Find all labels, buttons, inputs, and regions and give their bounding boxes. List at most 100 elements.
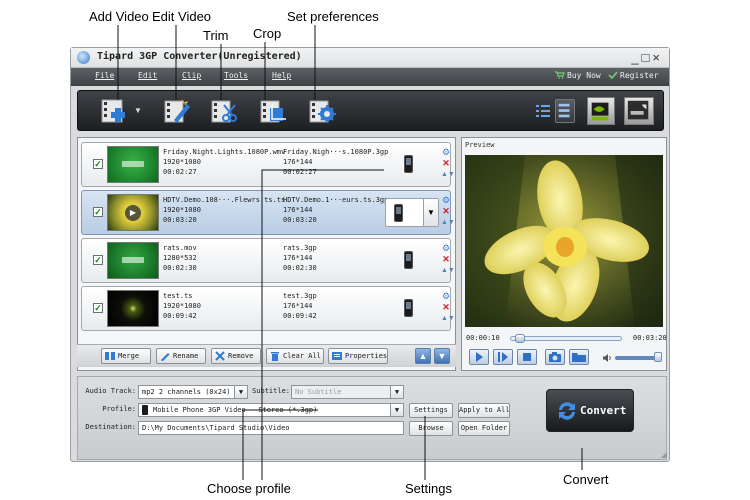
chevron-down-icon[interactable]: ▼ — [390, 404, 403, 416]
folder-icon — [572, 353, 586, 362]
snapshot-button[interactable] — [545, 349, 565, 365]
file-row-selected[interactable]: ✓ ▶ HDTV.Demo.108···.Flewrs.ts.ts 1920*1… — [81, 190, 455, 235]
file-row[interactable]: ✓ rats.mov 1280*532 00:02:30 rats.3gp 17… — [81, 238, 455, 283]
row-move-icon[interactable]: ▲▼ — [441, 169, 455, 180]
rename-icon — [161, 353, 170, 361]
file-checkbox[interactable]: ✓ — [93, 159, 103, 169]
clear-all-button[interactable]: Clear All — [266, 348, 324, 364]
file-thumbnail: ▶ — [107, 194, 159, 231]
row-remove-icon[interactable]: ✕ — [441, 302, 451, 313]
profile-selector[interactable]: ▼ — [385, 198, 439, 227]
seek-bar[interactable] — [510, 334, 622, 343]
move-up-button[interactable]: ▲ — [415, 348, 431, 364]
chevron-down-icon[interactable]: ▼ — [390, 386, 403, 398]
file-list: ✓ Friday.Night.Lights.1080P.wmv 1920*108… — [77, 137, 456, 371]
row-remove-icon[interactable]: ✕ — [441, 158, 451, 169]
output-resolution: 176*144 — [283, 254, 313, 262]
audio-track-select[interactable]: mp2 2 channels (0x24) ▼ — [138, 385, 248, 399]
output-filename: HDTV.Demo.1···eurs.ts.3gp — [283, 196, 389, 204]
callout-crop: Crop — [253, 26, 282, 41]
file-checkbox[interactable]: ✓ — [93, 207, 103, 217]
menu-tools[interactable]: Tools — [224, 71, 248, 80]
menu-help[interactable]: Help — [272, 71, 291, 80]
detail-view-button[interactable] — [555, 99, 575, 123]
properties-icon — [332, 352, 342, 360]
row-settings-icon[interactable]: ⚙ — [441, 195, 451, 206]
phone-profile-icon — [394, 204, 403, 222]
row-move-icon[interactable]: ▲▼ — [441, 313, 455, 324]
phone-profile-icon[interactable] — [404, 251, 413, 269]
app-window: Tipard 3GP Converter(Unregistered) _□× F… — [70, 47, 670, 462]
play-icon[interactable]: ▶ — [125, 205, 141, 221]
window-controls[interactable]: _□× — [631, 50, 663, 65]
remove-button[interactable]: Remove — [211, 348, 261, 364]
row-tools: ⚙ ✕ ▲▼ — [441, 147, 455, 180]
row-settings-icon[interactable]: ⚙ — [441, 243, 451, 254]
audio-track-label: Audio Track: — [85, 387, 136, 395]
row-settings-icon[interactable]: ⚙ — [441, 291, 451, 302]
file-checkbox[interactable]: ✓ — [93, 255, 103, 265]
row-move-icon[interactable]: ▲▼ — [441, 217, 455, 228]
open-folder-button[interactable]: Open Folder — [458, 421, 510, 436]
file-action-bar: Merge Rename Remove Clear All Properties… — [77, 344, 456, 367]
cart-icon — [555, 71, 565, 79]
register-link[interactable]: Register — [608, 71, 659, 80]
crop-icon — [260, 100, 286, 123]
output-filename: Friday.Nigh···s.1080P.3gp — [283, 148, 389, 156]
phone-profile-icon[interactable] — [404, 155, 413, 173]
row-remove-icon[interactable]: ✕ — [441, 254, 451, 265]
resize-grip-icon[interactable]: ◢ — [661, 450, 667, 459]
preferences-button[interactable] — [307, 96, 337, 126]
crop-button[interactable] — [258, 96, 288, 126]
file-checkbox[interactable]: ✓ — [93, 303, 103, 313]
file-row[interactable]: ✓ test.ts 1920*1080 00:09:42 test.3gp 17… — [81, 286, 455, 331]
merge-button[interactable]: Merge — [101, 348, 151, 364]
output-settings-panel: Audio Track: mp2 2 channels (0x24) ▼ Subt… — [77, 376, 667, 460]
settings-button[interactable]: Settings — [409, 403, 453, 418]
edit-video-button[interactable] — [162, 96, 192, 126]
output-duration: 00:02:27 — [283, 168, 317, 176]
add-video-dropdown-icon[interactable]: ▼ — [134, 106, 142, 115]
row-move-icon[interactable]: ▲▼ — [441, 265, 455, 276]
open-snapshot-folder-button[interactable] — [569, 349, 589, 365]
menu-edit[interactable]: Edit — [138, 71, 157, 80]
phone-profile-icon[interactable] — [404, 299, 413, 317]
move-down-button[interactable]: ▼ — [434, 348, 450, 364]
chevron-down-icon[interactable]: ▼ — [234, 386, 247, 398]
destination-input[interactable]: D:\My Documents\Tipard Studio\Video — [138, 421, 404, 435]
preview-label: Preview — [465, 141, 495, 149]
row-remove-icon[interactable]: ✕ — [441, 206, 451, 217]
play-button[interactable] — [469, 349, 489, 365]
file-row[interactable]: ✓ Friday.Night.Lights.1080P.wmv 1920*108… — [81, 142, 455, 187]
add-video-button[interactable] — [100, 96, 130, 126]
source-duration: 00:02:30 — [163, 264, 197, 272]
row-settings-icon[interactable]: ⚙ — [441, 147, 451, 158]
profile-select[interactable]: Mobile Phone 3GP Video - Stereo (*.3gp) ▼ — [138, 403, 404, 417]
phone-icon — [142, 405, 148, 415]
output-duration: 00:02:30 — [283, 264, 317, 272]
list-view-icon — [536, 105, 550, 117]
properties-button[interactable]: Properties — [328, 348, 388, 364]
destination-label: Destination: — [85, 423, 136, 431]
output-info: rats.3gp 176*144 00:02:30 — [283, 243, 317, 273]
source-resolution: 1280*532 — [163, 254, 197, 262]
list-view-button[interactable] — [536, 103, 550, 119]
nvidia-icon — [591, 102, 609, 121]
apply-to-all-button[interactable]: Apply to All — [458, 403, 510, 418]
seek-handle[interactable] — [514, 334, 525, 343]
volume-icon[interactable] — [602, 353, 612, 363]
volume-handle[interactable] — [654, 352, 662, 362]
trim-button[interactable] — [209, 96, 239, 126]
buy-now-link[interactable]: Buy Now — [555, 71, 601, 80]
convert-button[interactable]: Convert — [546, 389, 634, 432]
browse-button[interactable]: Browse — [409, 421, 453, 436]
rename-button[interactable]: Rename — [156, 348, 206, 364]
callout-settings: Settings — [405, 481, 452, 496]
next-frame-button[interactable] — [493, 349, 513, 365]
chevron-down-icon[interactable]: ▼ — [423, 199, 438, 226]
add-video-icon — [101, 99, 125, 123]
menu-clip[interactable]: Clip — [182, 71, 201, 80]
menu-file[interactable]: File — [95, 71, 114, 80]
subtitle-select[interactable]: No Subtitle ▼ — [291, 385, 404, 399]
stop-button[interactable] — [517, 349, 537, 365]
